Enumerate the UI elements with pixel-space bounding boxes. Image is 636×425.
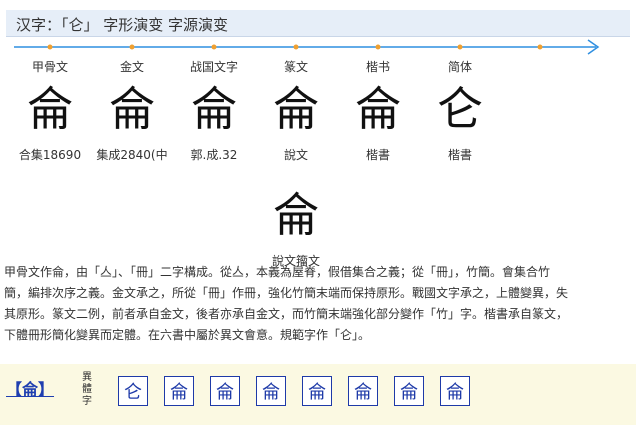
variant-char: 侖 <box>262 382 280 403</box>
timeline <box>14 39 600 55</box>
glyph-image: 侖 <box>90 78 174 140</box>
glyph-char: 侖 <box>273 188 319 242</box>
stage-source: 合集18690 <box>18 148 82 162</box>
variant-char-box[interactable]: 侖 <box>302 376 332 406</box>
timeline-dot <box>375 44 381 50</box>
variant-char-box[interactable]: 侖 <box>348 376 378 406</box>
timeline-dot <box>129 44 135 50</box>
variant-char-box[interactable]: 侖 <box>210 376 240 406</box>
variant-char: 仑 <box>124 382 142 403</box>
glyph-image: 侖 <box>172 78 256 140</box>
variant-char: 侖 <box>446 382 464 403</box>
glyph-char: 侖 <box>27 82 73 136</box>
variant-char: 侖 <box>216 382 234 403</box>
stage-label: 简体 <box>447 60 472 74</box>
stage-label: 篆文 <box>283 60 308 74</box>
variant-char-box[interactable]: 侖 <box>394 376 424 406</box>
variant-char: 侖 <box>400 382 418 403</box>
variant-char: 侖 <box>354 382 372 403</box>
main-char-link[interactable]: 【侖】 <box>6 376 54 400</box>
variant-char-box[interactable]: 仑 <box>118 376 148 406</box>
timeline-dot <box>211 44 217 50</box>
timeline-dot <box>457 44 463 50</box>
variant-label: 異體字 <box>82 372 92 407</box>
glyph-char: 侖 <box>355 82 401 136</box>
description-line: 簡，編排次序之義。金文承之，所從「冊」作冊，強化竹簡末端而保持原形。戰國文字承之… <box>4 286 569 300</box>
inline-glyph: 侖 <box>52 265 65 279</box>
glyph-char: 侖 <box>273 82 319 136</box>
glyph-image: 侖 <box>254 78 338 140</box>
stage-source: 說文 <box>283 148 308 162</box>
variant-char: 侖 <box>170 382 188 403</box>
variant-char: 侖 <box>308 382 326 403</box>
description-line: 其原形。篆文二例，前者承自金文，後者亦承自金文，而竹簡末端強化部分變作「竹」字。… <box>4 307 569 321</box>
variant-char-box[interactable]: 侖 <box>440 376 470 406</box>
stage-source: 楷書 <box>365 148 390 162</box>
stage-label: 楷书 <box>365 60 390 74</box>
glyph-image: 侖 <box>336 78 420 140</box>
description-line: 甲骨文作侖，由「亼」、「冊」二字構成。從亼，本義為屋脊，假借集合之義；從「冊」，… <box>4 265 551 279</box>
glyph-image: 侖 <box>8 78 92 140</box>
variant-bar: 【侖】 異體字 仑 侖 侖 侖 侖 侖 侖 侖 <box>0 364 636 425</box>
glyph-char: 侖 <box>109 82 155 136</box>
inline-glyph: 冊 <box>244 286 257 300</box>
stage-source: 楷書 <box>447 148 472 162</box>
glyph-char: 侖 <box>191 82 237 136</box>
variant-char-box[interactable]: 侖 <box>256 376 286 406</box>
glyph-image: 仑 <box>418 78 502 140</box>
description-line: 下體冊形簡化變異而定體。在六書中屬於異文會意。規範字作「仑」。 <box>4 328 371 342</box>
stage-label: 金文 <box>119 60 144 74</box>
glyph-image: 侖 <box>254 184 338 246</box>
timeline-dot <box>537 44 543 50</box>
description: 甲骨文作侖，由「亼」、「冊」二字構成。從亼，本義為屋脊，假借集合之義；從「冊」，… <box>4 262 604 346</box>
variant-char-box[interactable]: 侖 <box>164 376 194 406</box>
stage-label: 甲骨文 <box>31 60 68 74</box>
timeline-dot <box>293 44 299 50</box>
timeline-dot <box>47 44 53 50</box>
stage-source: 郭.成.32 <box>190 148 238 162</box>
glyph-char: 仑 <box>437 82 483 136</box>
stage-label: 战国文字 <box>189 60 238 74</box>
stage-source: 集成2840(中 <box>96 148 168 162</box>
